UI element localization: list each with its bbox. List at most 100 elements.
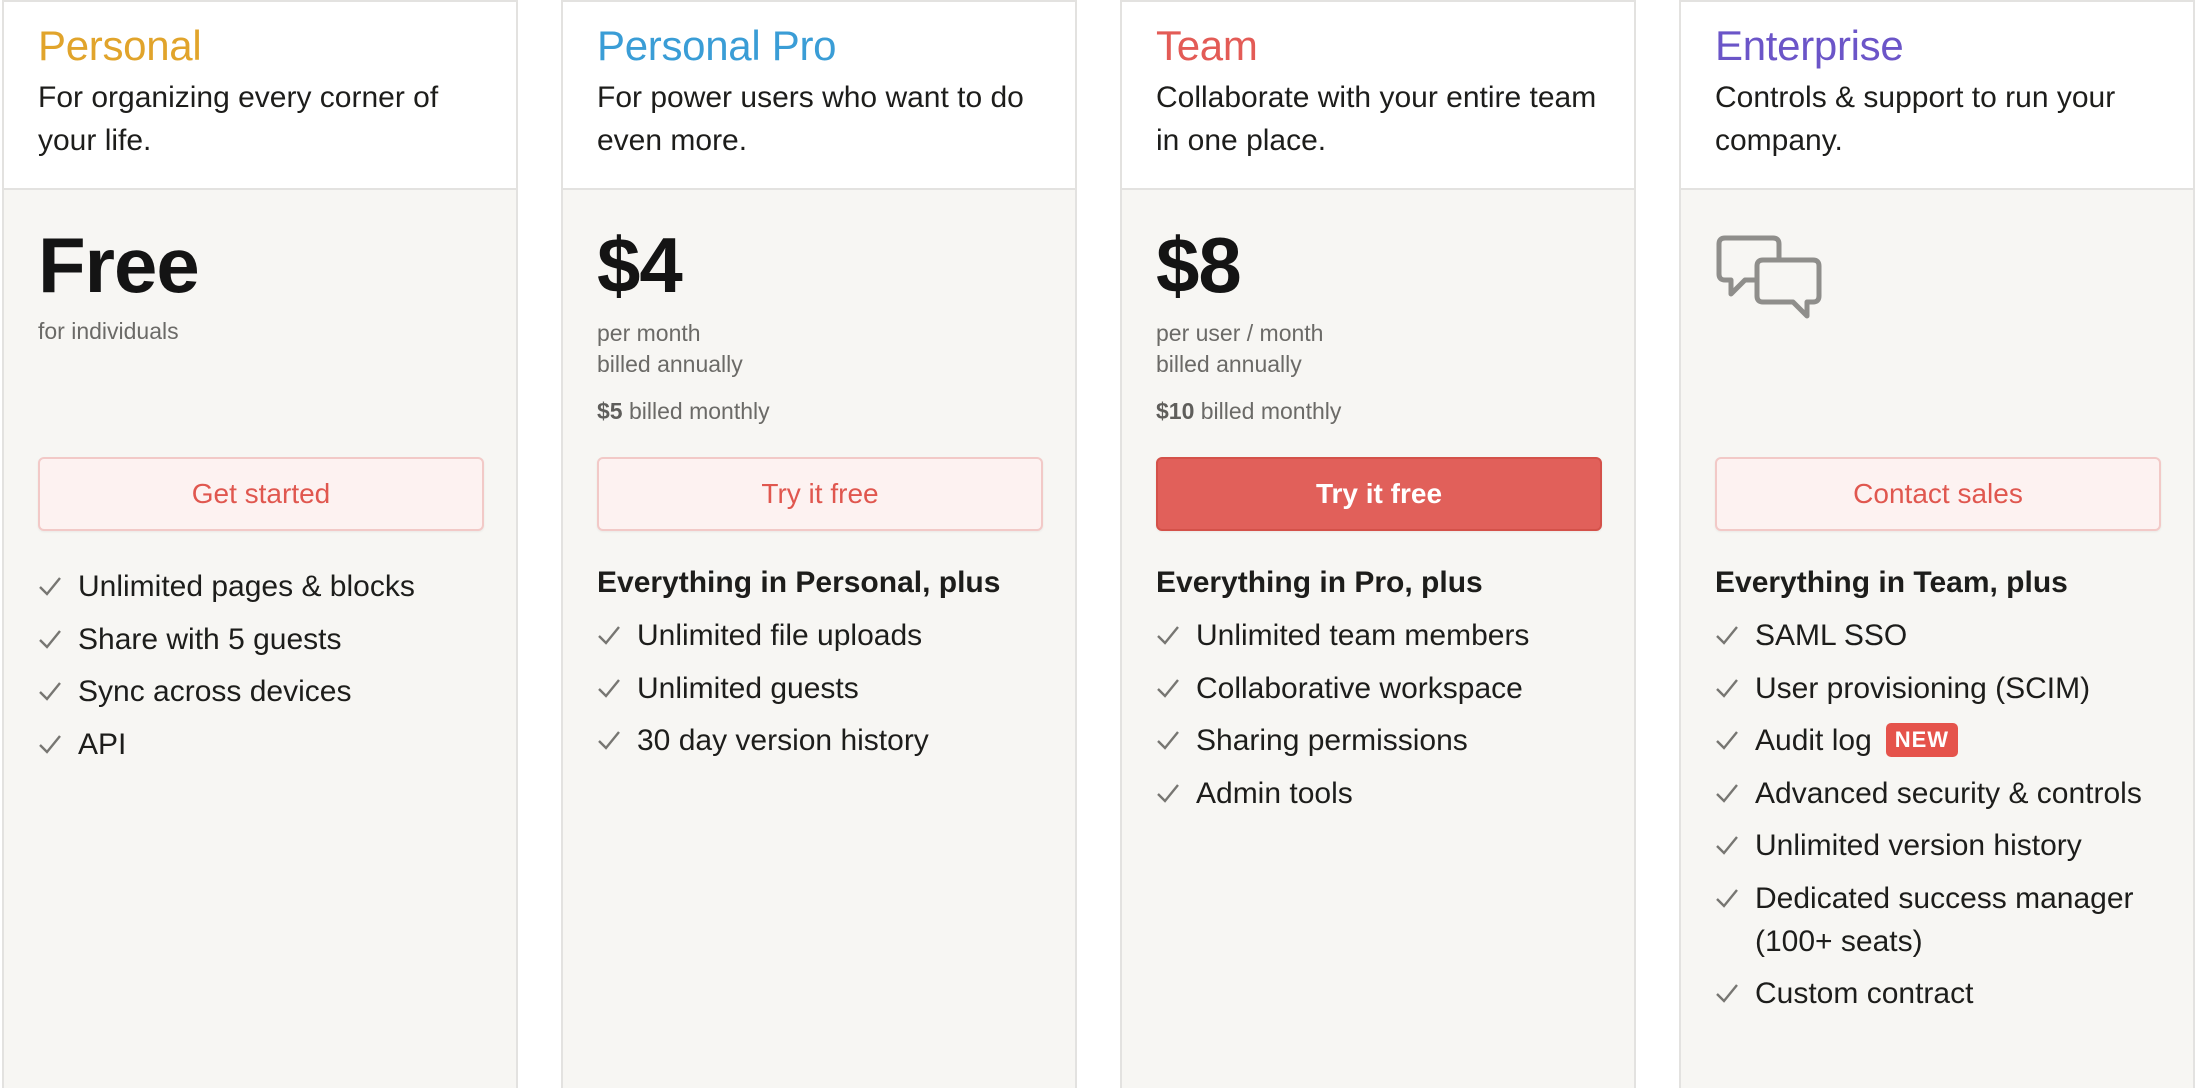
- check-icon: [1156, 772, 1196, 815]
- check-icon: [1715, 877, 1755, 920]
- new-badge: NEW: [1885, 723, 1959, 757]
- feature-label: Collaborative workspace: [1196, 671, 1523, 705]
- monthly-amount: $10: [1156, 398, 1195, 424]
- plan-card-personal-pro: Personal Pro For power users who want to…: [561, 0, 1077, 1088]
- check-icon: [1156, 719, 1196, 762]
- check-icon: [1156, 614, 1196, 657]
- plan-header: Team Collaborate with your entire team i…: [1122, 2, 1634, 190]
- price-block: $8 per user / month billed annually $10 …: [1156, 222, 1602, 427]
- check-icon: [38, 670, 78, 713]
- feature-item: Unlimited pages & blocks: [38, 565, 492, 608]
- feature-label: SAML SSO: [1755, 619, 1908, 652]
- feature-label: Dedicated success manager (100+ seats): [1755, 881, 2134, 958]
- check-icon: [38, 565, 78, 608]
- check-icon: [597, 719, 637, 762]
- feature-item: Sync across devices: [38, 670, 492, 713]
- feature-item: Sharing permissions: [1156, 719, 1610, 762]
- feature-item: Admin tools: [1156, 772, 1610, 815]
- check-icon: [1715, 972, 1755, 1015]
- plan-name: Personal: [38, 22, 202, 69]
- plan-price: $4: [597, 221, 683, 309]
- feature-item: Unlimited version history: [1715, 824, 2169, 867]
- feature-label: Sync across devices: [78, 675, 352, 708]
- feature-item: Share with 5 guests: [38, 618, 492, 661]
- feature-label: Unlimited guests: [637, 671, 859, 705]
- feature-list: Everything in Personal, plus Unlimited f…: [597, 562, 1051, 772]
- feature-label: Unlimited file uploads: [637, 619, 923, 652]
- plan-card-personal: Personal For organizing every corner of …: [2, 0, 518, 1088]
- price-block: Free for individuals: [38, 222, 484, 347]
- feature-label: User provisioning (SCIM): [1755, 671, 2091, 705]
- billing-note: billed annually: [597, 351, 743, 377]
- plan-tagline: For power users who want to do even more…: [597, 81, 1024, 157]
- try-it-free-button[interactable]: Try it free: [597, 457, 1043, 531]
- monthly-price: $10 billed monthly: [1156, 396, 1602, 427]
- check-icon: [1715, 667, 1755, 710]
- feature-item: Audit log NEW: [1715, 719, 2169, 762]
- check-icon: [1715, 824, 1755, 867]
- feature-item: User provisioning (SCIM): [1715, 667, 2169, 710]
- feature-item: Collaborative workspace: [1156, 667, 1610, 710]
- check-icon: [1715, 614, 1755, 657]
- plan-name: Personal Pro: [597, 22, 837, 69]
- feature-label: Custom contract: [1755, 977, 1974, 1010]
- chat-bubbles-icon: [1715, 234, 1823, 326]
- price-note: per user / month: [1156, 320, 1324, 346]
- plan-tagline: For organizing every corner of your life…: [38, 81, 439, 157]
- feature-label: Advanced security & controls: [1755, 776, 2142, 810]
- plan-price: $8: [1156, 221, 1242, 309]
- get-started-button[interactable]: Get started: [38, 457, 484, 531]
- price-note: for individuals: [38, 318, 179, 344]
- monthly-amount: $5: [597, 398, 623, 424]
- features-heading: Everything in Team, plus: [1715, 566, 2068, 599]
- feature-label: Unlimited version history: [1755, 829, 2082, 862]
- feature-list: Everything in Pro, plus Unlimited team m…: [1156, 562, 1610, 824]
- feature-label: Audit log: [1755, 724, 1872, 757]
- plan-name: Team: [1156, 22, 1258, 69]
- feature-label: API: [78, 727, 127, 761]
- feature-label: Unlimited pages & blocks: [78, 570, 415, 603]
- monthly-label: billed monthly: [628, 398, 770, 424]
- feature-label-with-badge: Audit log NEW: [1755, 719, 2169, 762]
- plan-card-enterprise: Enterprise Controls & support to run you…: [1679, 0, 2195, 1088]
- feature-item: Custom contract: [1715, 972, 2169, 1015]
- feature-label: Share with 5 guests: [78, 622, 342, 656]
- feature-item: Dedicated success manager (100+ seats): [1715, 877, 2169, 963]
- features-heading: Everything in Pro, plus: [1156, 566, 1483, 599]
- try-it-free-button[interactable]: Try it free: [1156, 457, 1602, 531]
- price-note: per month: [597, 320, 701, 346]
- plan-card-team: Team Collaborate with your entire team i…: [1120, 0, 1636, 1088]
- plan-header: Enterprise Controls & support to run you…: [1681, 2, 2193, 190]
- plan-name: Enterprise: [1715, 22, 1904, 69]
- check-icon: [1715, 772, 1755, 815]
- check-icon: [1156, 667, 1196, 710]
- check-icon: [597, 614, 637, 657]
- feature-label: Sharing permissions: [1196, 724, 1468, 757]
- feature-item: 30 day version history: [597, 719, 1051, 762]
- feature-item: API: [38, 723, 492, 766]
- contact-sales-button[interactable]: Contact sales: [1715, 457, 2161, 531]
- feature-list: Unlimited pages & blocks Share with 5 gu…: [38, 565, 492, 775]
- feature-label: Admin tools: [1196, 776, 1353, 810]
- plan-header: Personal Pro For power users who want to…: [563, 2, 1075, 190]
- feature-item: Advanced security & controls: [1715, 772, 2169, 815]
- price-block: $4 per month billed annually $5 billed m…: [597, 222, 1043, 427]
- feature-label: 30 day version history: [637, 724, 929, 757]
- monthly-label: billed monthly: [1200, 398, 1342, 424]
- check-icon: [38, 618, 78, 661]
- plan-price: Free: [38, 221, 200, 309]
- plan-tagline: Controls & support to run your company.: [1715, 81, 2116, 157]
- feature-item: Unlimited guests: [597, 667, 1051, 710]
- check-icon: [597, 667, 637, 710]
- feature-item: SAML SSO: [1715, 614, 2169, 657]
- feature-item: Unlimited file uploads: [597, 614, 1051, 657]
- billing-note: billed annually: [1156, 351, 1302, 377]
- feature-item: Unlimited team members: [1156, 614, 1610, 657]
- pricing-plans: Personal For organizing every corner of …: [0, 0, 2198, 1088]
- feature-label: Unlimited team members: [1196, 619, 1530, 652]
- plan-header: Personal For organizing every corner of …: [4, 2, 516, 190]
- plan-tagline: Collaborate with your entire team in one…: [1156, 81, 1597, 157]
- monthly-price: $5 billed monthly: [597, 396, 1043, 427]
- features-heading: Everything in Personal, plus: [597, 566, 1001, 599]
- check-icon: [1715, 719, 1755, 762]
